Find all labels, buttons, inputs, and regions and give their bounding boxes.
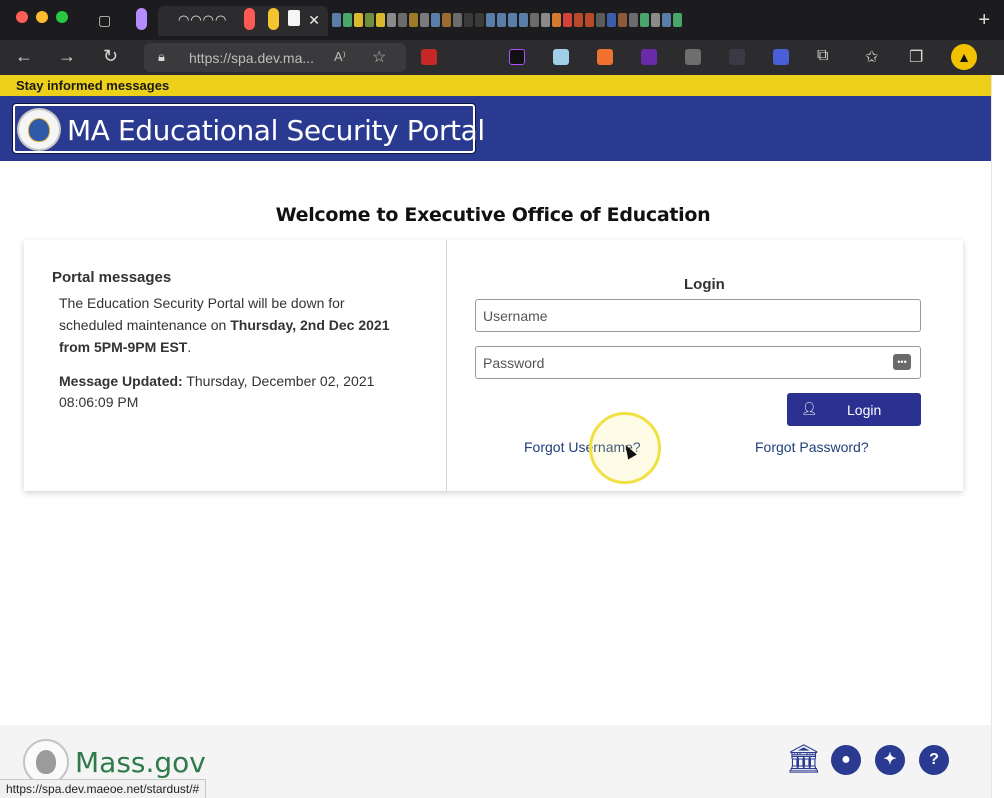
tab-favicon: [268, 8, 279, 30]
accessibility-icon[interactable]: ✦: [875, 745, 905, 775]
browser-toolbar: ← → ↻ 🔒︎ https://spa.dev.ma... A⁾ ☆ 10 ⧉…: [0, 40, 1004, 106]
page-scrollbar[interactable]: [991, 75, 1004, 798]
mass-gov-link[interactable]: Mass.gov: [75, 746, 206, 779]
card-divider: [446, 240, 447, 491]
bank-icon[interactable]: 🏛︎: [786, 743, 822, 775]
favorites-icon[interactable]: ✩: [865, 47, 878, 67]
add-favorite-icon[interactable]: ☆: [372, 47, 386, 67]
extensions-puzzle-icon[interactable]: ⧉: [817, 47, 828, 65]
tab-favicon[interactable]: [136, 8, 147, 30]
profile-avatar[interactable]: ▲: [951, 44, 977, 70]
password-input[interactable]: [475, 346, 921, 379]
extension-icon[interactable]: [641, 49, 657, 65]
active-tab[interactable]: ◠◠◠◠ ✕: [158, 6, 328, 36]
password-manager-icon[interactable]: •••: [893, 354, 911, 370]
tab-close-icon[interactable]: ✕: [308, 12, 320, 29]
banner-text: Stay informed messages: [16, 78, 170, 93]
read-aloud-icon[interactable]: A⁾: [334, 49, 346, 65]
tab-group-icons: ◠◠◠◠: [178, 13, 228, 28]
username-input[interactable]: [475, 299, 921, 332]
back-icon[interactable]: ←: [15, 46, 33, 67]
window-zoom-button[interactable]: [56, 11, 68, 23]
user-icon: 👤︎: [801, 401, 818, 416]
window-close-button[interactable]: [16, 11, 28, 23]
lock-icon: 🔒︎: [158, 49, 165, 64]
tab-actions-icon[interactable]: ▢: [98, 12, 111, 29]
tab-favicon: [244, 8, 255, 30]
portal-home-link[interactable]: MA Educational Security Portal: [12, 103, 485, 154]
forward-icon[interactable]: →: [58, 46, 76, 67]
login-title: Login: [684, 276, 725, 293]
portal-title: MA Educational Security Portal: [67, 114, 485, 147]
extension-icon[interactable]: [685, 49, 701, 65]
welcome-heading: Welcome to Executive Office of Education: [275, 204, 711, 226]
collections-icon[interactable]: ❐: [909, 47, 923, 67]
url-text: https://spa.dev.ma...: [189, 50, 315, 66]
person-icon[interactable]: ●: [831, 745, 861, 775]
extension-icon[interactable]: [509, 49, 525, 65]
extension-icon[interactable]: [729, 49, 745, 65]
new-tab-button[interactable]: +: [978, 9, 990, 32]
extension-icon[interactable]: [553, 49, 569, 65]
refresh-icon[interactable]: ↻: [103, 46, 118, 67]
address-bar[interactable]: 🔒︎ https://spa.dev.ma... A⁾ ☆: [144, 43, 406, 72]
help-icon[interactable]: ?: [919, 745, 949, 775]
browser-tab-bar: ▢ ◠◠◠◠ ✕ +: [0, 0, 1004, 40]
login-button[interactable]: 👤︎ Login: [787, 393, 921, 426]
site-header: MA Educational Security Portal: [0, 96, 991, 161]
tab-favicon: [288, 10, 300, 26]
portal-messages-title: Portal messages: [52, 269, 172, 286]
window-minimize-button[interactable]: [36, 11, 48, 23]
extension-icon[interactable]: [421, 49, 437, 65]
forgot-password-link[interactable]: Forgot Password?: [755, 439, 869, 455]
status-bar-url: https://spa.dev.maeoe.net/stardust/#: [0, 779, 207, 798]
stay-informed-banner[interactable]: Stay informed messages: [0, 75, 991, 96]
extension-icon[interactable]: [773, 49, 789, 65]
swift-extension-icon[interactable]: [597, 49, 613, 65]
massachusetts-seal-icon: [17, 108, 61, 151]
message-updated: Message Updated: Thursday, December 02, …: [59, 373, 375, 410]
portal-message-text: The Education Security Portal will be do…: [59, 295, 390, 355]
login-card: Portal messages The Education Security P…: [24, 240, 963, 491]
pinned-tabs-strip[interactable]: [332, 13, 682, 29]
